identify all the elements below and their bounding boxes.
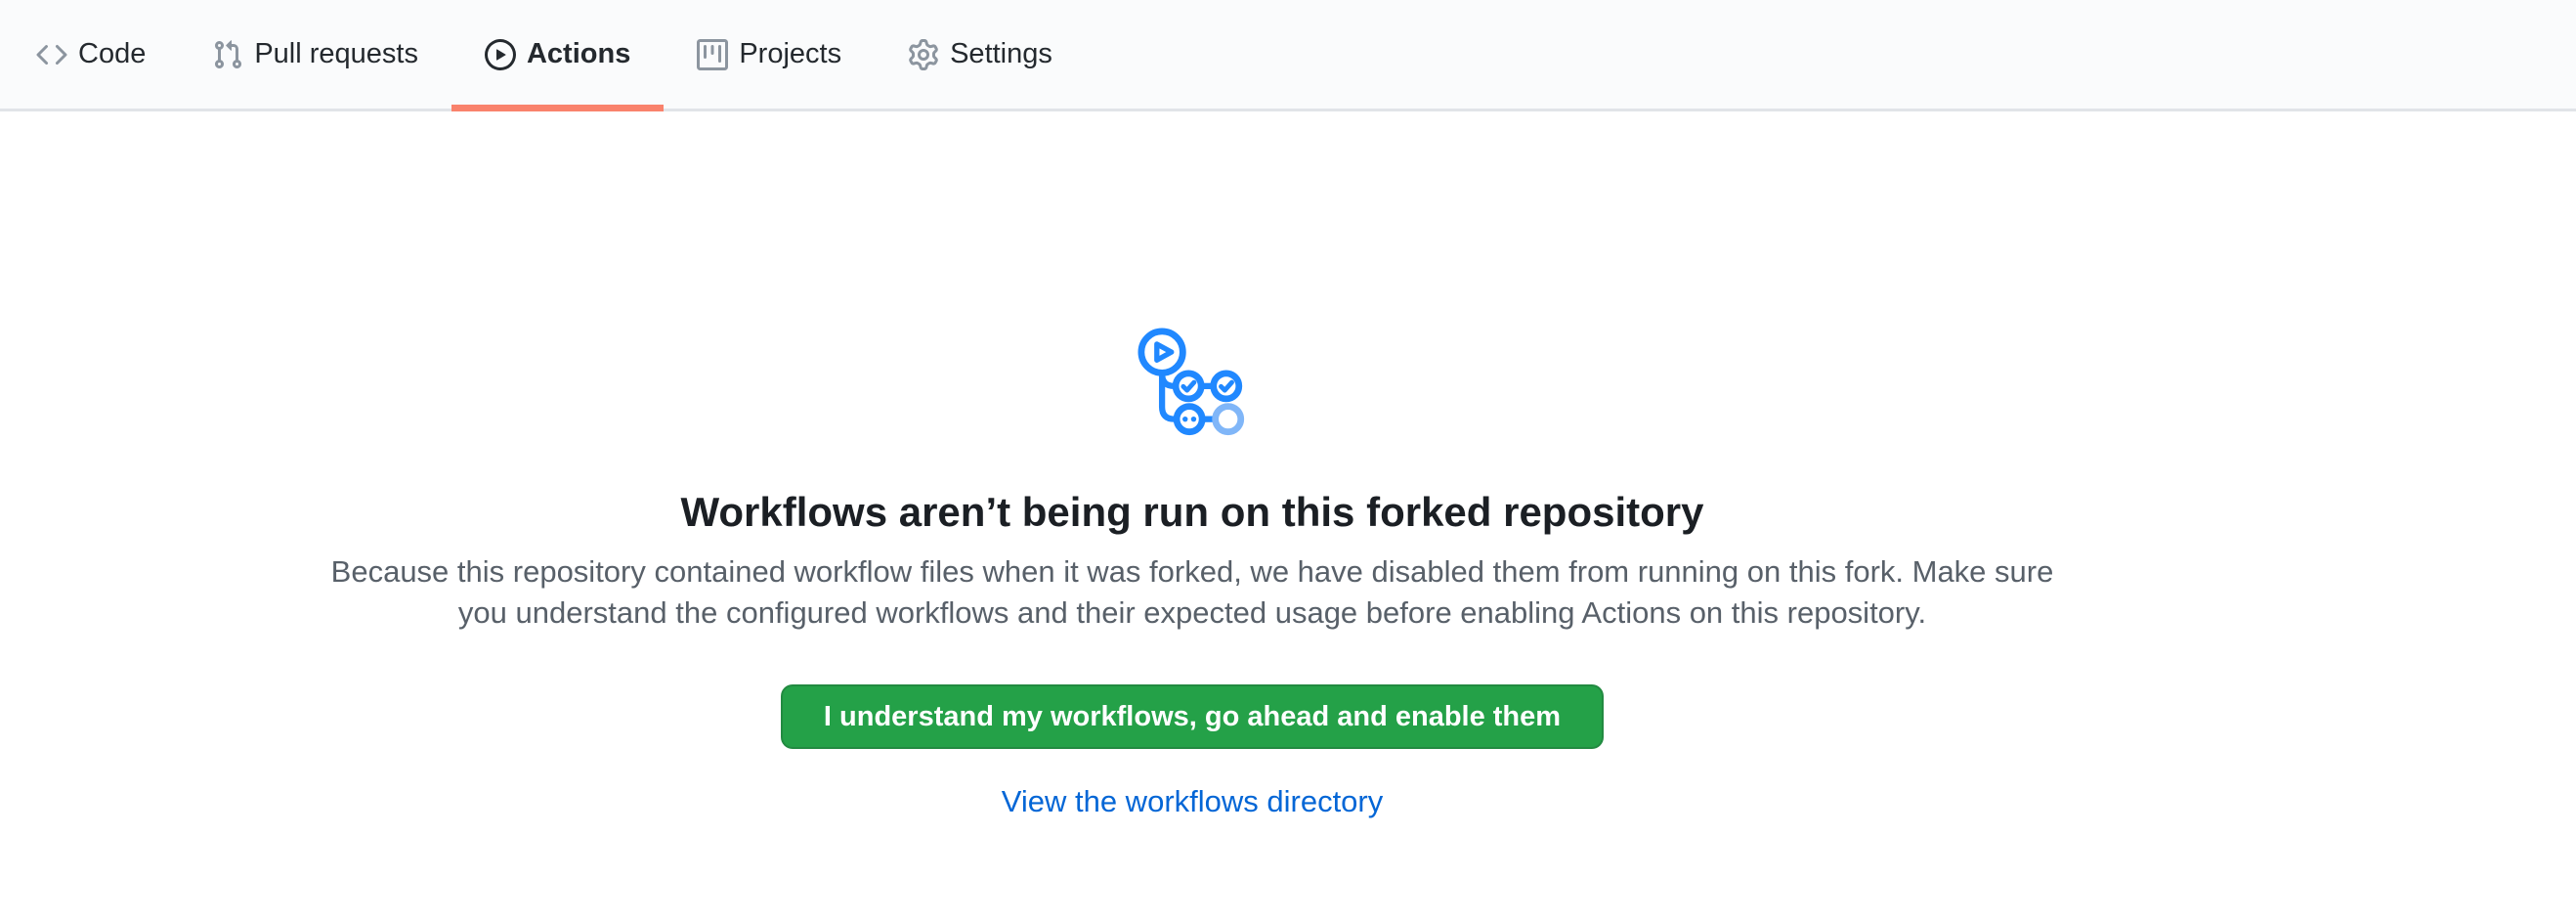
enable-workflows-button[interactable]: I understand my workflows, go ahead and …	[781, 684, 1604, 749]
tab-code[interactable]: Code	[3, 0, 179, 109]
blankslate-title: Workflows aren’t being run on this forke…	[0, 487, 2384, 538]
tab-pull-requests[interactable]: Pull requests	[179, 0, 451, 109]
tab-settings[interactable]: Settings	[875, 0, 1086, 109]
tab-projects[interactable]: Projects	[664, 0, 875, 109]
repo-tab-bar: Code Pull requests Actions Projects Sett…	[0, 0, 2576, 111]
gear-icon	[908, 39, 939, 70]
code-icon	[36, 39, 67, 70]
actions-workflow-graph-icon	[1138, 328, 1247, 437]
view-workflows-directory-link[interactable]: View the workflows directory	[1002, 784, 1384, 818]
play-circle-icon	[485, 39, 516, 70]
tab-actions[interactable]: Actions	[451, 0, 664, 109]
enable-button-row: I understand my workflows, go ahead and …	[0, 634, 2384, 749]
tab-settings-label: Settings	[950, 40, 1052, 68]
tab-pull-requests-label: Pull requests	[254, 40, 418, 68]
link-row: View the workflows directory	[0, 784, 2384, 819]
tab-projects-label: Projects	[739, 40, 841, 68]
actions-blankslate: Workflows aren’t being run on this forke…	[0, 111, 2384, 819]
project-board-icon	[697, 39, 728, 70]
blankslate-description: Because this repository contained workfl…	[322, 551, 2062, 634]
git-pull-request-icon	[212, 39, 243, 70]
tab-actions-label: Actions	[527, 40, 630, 68]
tab-code-label: Code	[78, 40, 146, 68]
